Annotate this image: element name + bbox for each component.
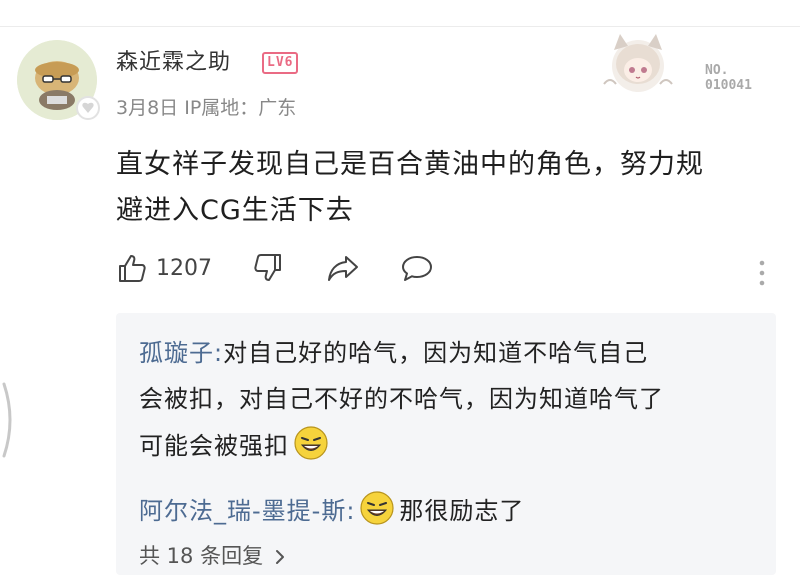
share-icon bbox=[328, 256, 358, 281]
view-replies-link[interactable]: 共 18 条回复 bbox=[139, 540, 286, 570]
fan-card[interactable] bbox=[600, 30, 790, 102]
level-badge: LV6 bbox=[262, 52, 299, 74]
chevron-right-icon bbox=[275, 550, 284, 564]
like-button[interactable]: 1207 bbox=[116, 252, 212, 284]
avatar-badge-icon bbox=[76, 96, 100, 120]
like-icon bbox=[119, 255, 146, 282]
comment-meta: 3月8日 IP属地：广东 bbox=[116, 93, 296, 120]
comment-text-line: 避进入CG生活下去 bbox=[116, 195, 354, 226]
share-button[interactable] bbox=[326, 252, 360, 284]
fan-card-number: NO. 010041 bbox=[705, 63, 752, 93]
fan-card-no-label: NO. bbox=[705, 63, 729, 78]
reply-icon bbox=[402, 256, 432, 281]
reply-item[interactable]: 孤璇子:对自己好的哈气，因为知道不哈气自己 bbox=[139, 333, 648, 368]
comment-text: 直女祥子发现自己是百合黄油中的角色，努力规 避进入CG生活下去 bbox=[116, 142, 776, 234]
like-count: 1207 bbox=[156, 255, 212, 281]
ip-location: IP属地：广东 bbox=[184, 97, 297, 119]
view-replies-label: 共 18 条回复 bbox=[139, 544, 264, 568]
reply-text: 对自己好的哈气，因为知道不哈气自己 bbox=[223, 339, 649, 367]
comment-actions: 1207 bbox=[116, 252, 796, 292]
dislike-icon bbox=[254, 254, 281, 281]
reply-author[interactable]: 孤璇子: bbox=[139, 339, 223, 367]
reply-text-line: 可能会被强扣 bbox=[139, 425, 333, 461]
laughing-emoji-icon bbox=[360, 491, 395, 525]
left-edge-decoration-icon bbox=[0, 380, 22, 460]
fan-card-character-icon bbox=[600, 30, 790, 102]
dislike-button[interactable] bbox=[252, 252, 284, 284]
reply-author[interactable]: 阿尔法_瑞-墨提-斯: bbox=[139, 491, 355, 526]
reply-text-line: 会被扣，对自己不好的不哈气，因为知道哈气了 bbox=[139, 385, 664, 413]
more-icon[interactable] bbox=[757, 258, 767, 288]
comment-text-line: 直女祥子发现自己是百合黄油中的角色，努力规 bbox=[116, 149, 704, 180]
top-divider bbox=[0, 26, 800, 27]
reply-button[interactable] bbox=[400, 252, 434, 284]
reply-item[interactable]: 阿尔法_瑞-墨提-斯: 那很励志了 bbox=[139, 490, 524, 526]
comment-date: 3月8日 bbox=[116, 97, 179, 119]
username[interactable]: 森近霖之助 bbox=[116, 44, 231, 76]
reply-text: 可能会被强扣 bbox=[139, 431, 289, 460]
fan-card-no-value: 010041 bbox=[705, 78, 752, 93]
reply-text: 那很励志了 bbox=[399, 496, 525, 525]
laughing-emoji-icon bbox=[294, 426, 328, 460]
